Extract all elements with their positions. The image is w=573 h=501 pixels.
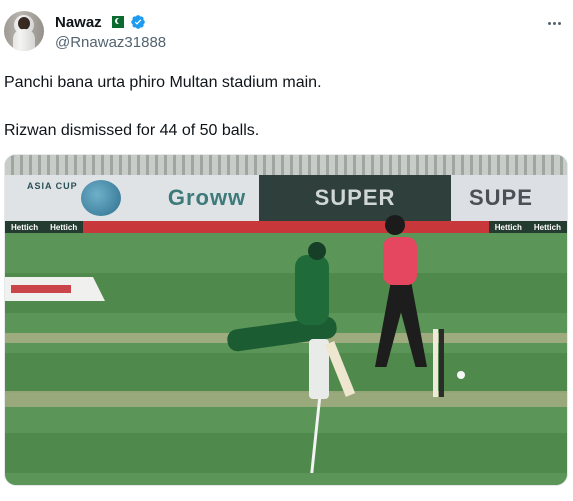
hoarding-center-text: SUPER — [314, 185, 396, 210]
boundary-adboard: Hettich Hettich Hettich Hettich — [5, 221, 567, 233]
more-dot — [552, 21, 556, 25]
adboard-segment: Hettich — [533, 222, 561, 232]
hoarding-left-text: Groww — [167, 185, 247, 210]
pitch-crease — [5, 391, 567, 407]
pakistan-flag-icon — [107, 16, 124, 28]
batter-body — [295, 255, 329, 325]
hoarding-right-text: SUPE — [469, 185, 533, 210]
batter-helmet — [308, 242, 326, 260]
hoarding-center: SUPER — [259, 175, 451, 221]
adboard-segment: Hettich — [11, 222, 39, 232]
avatar[interactable] — [4, 11, 44, 51]
hoarding-globe — [81, 180, 121, 216]
tweet-text-line: Panchi bana urta phiro Multan stadium ma… — [4, 74, 322, 91]
tweet-text-line: Rizwan dismissed for 44 of 50 balls. — [4, 122, 260, 139]
cricket-ball — [457, 371, 465, 379]
adboard-segment: Hettich — [50, 222, 78, 232]
hoarding-cup-text: ASIA CUP — [27, 181, 78, 191]
avatar-shading — [4, 11, 44, 51]
verified-badge-icon — [130, 15, 145, 29]
stump — [433, 329, 438, 397]
author-display-name[interactable]: Nawaz — [55, 14, 102, 31]
hoarding-left: ASIA CUP Groww — [5, 175, 259, 221]
more-dot — [557, 21, 561, 25]
author-handle[interactable]: @Rnawaz31888 — [55, 34, 166, 51]
stump — [439, 329, 444, 397]
author-name-row: Nawaz — [55, 12, 146, 32]
umpire-head — [385, 215, 405, 235]
hoarding-right: SUPE — [451, 175, 567, 221]
more-options-icon[interactable] — [545, 14, 563, 32]
more-dot — [547, 21, 551, 25]
stadium-stand — [5, 155, 567, 175]
umpire-shirt — [383, 237, 417, 285]
adboard-segment: Hettich — [494, 222, 522, 232]
cricket-field — [5, 233, 567, 485]
tweet-media-image[interactable]: ASIA CUP Groww SUPER SUPE Hettich Hettic… — [4, 154, 568, 486]
adboard-red-band — [83, 221, 489, 233]
field-logo-patch — [5, 277, 105, 301]
